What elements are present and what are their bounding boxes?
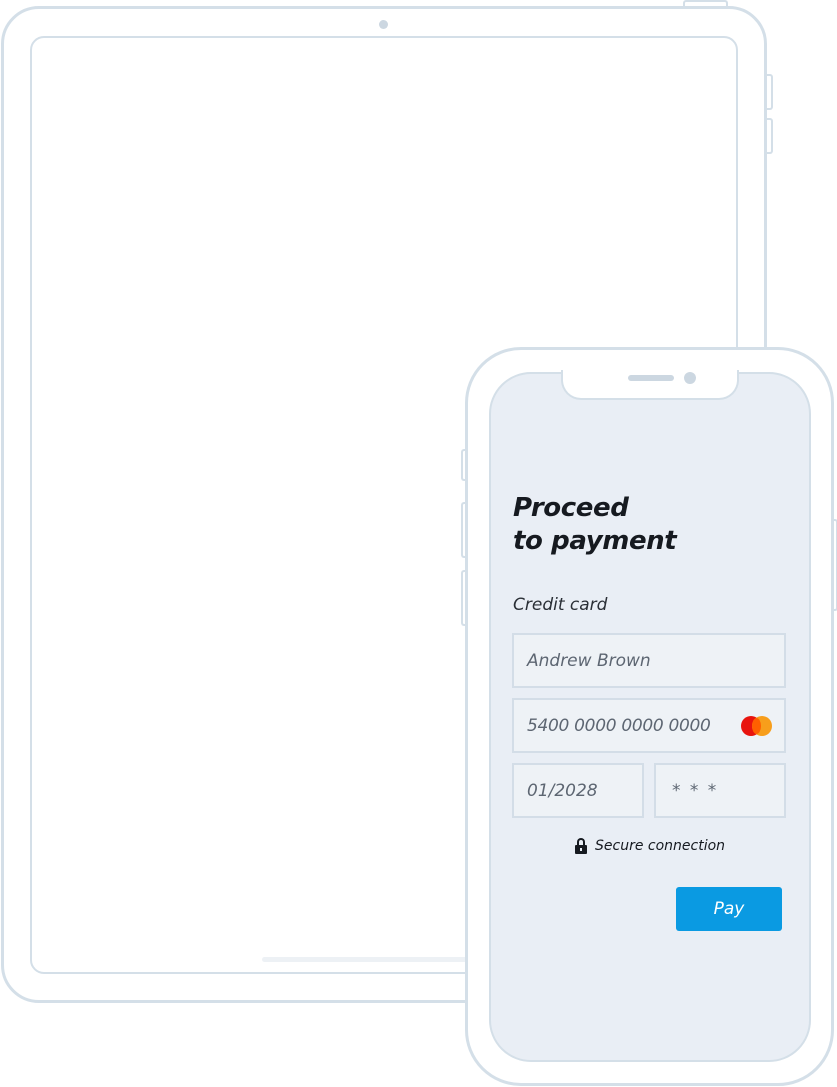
mastercard-icon — [741, 716, 773, 736]
page-title-line-1: Proceed — [513, 493, 629, 523]
secure-connection-notice: Secure connection — [574, 836, 725, 856]
phone-speaker — [628, 375, 674, 381]
card-number-value: 5400 0000 0000 0000 — [527, 715, 711, 736]
cardholder-name-value: Andrew Brown — [527, 650, 651, 671]
mastercard-overlap — [752, 718, 761, 734]
expiry-date-field[interactable]: 01/2028 — [512, 763, 644, 818]
cvv-field[interactable]: * * * — [654, 763, 786, 818]
pay-button[interactable]: Pay — [676, 887, 782, 931]
phone-camera — [684, 372, 696, 384]
cvv-value: * * * — [672, 780, 719, 801]
expiry-date-value: 01/2028 — [527, 780, 598, 801]
cardholder-name-field[interactable]: Andrew Brown — [512, 633, 786, 688]
page-title-line-2: to payment — [513, 526, 677, 556]
page-title: Proceed to payment — [513, 492, 793, 558]
secure-connection-text: Secure connection — [595, 838, 726, 854]
credit-card-label: Credit card — [513, 595, 608, 615]
tablet-home-indicator — [262, 957, 482, 962]
tablet-camera — [379, 20, 388, 29]
lock-icon — [574, 838, 588, 854]
